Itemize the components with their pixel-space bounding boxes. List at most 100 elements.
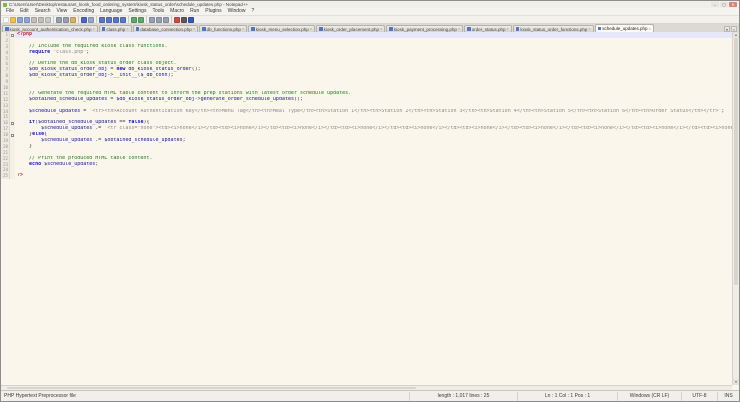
toolbar-separator: [78, 16, 79, 23]
menu-item-window[interactable]: Window: [225, 8, 249, 15]
tab-close-icon[interactable]: ×: [193, 27, 195, 31]
zoom-out-icon[interactable]: [120, 16, 126, 23]
menu-item-edit[interactable]: Edit: [17, 8, 32, 15]
scroll-down-arrow-icon[interactable]: ▼: [733, 379, 739, 385]
find-icon[interactable]: [99, 16, 105, 23]
save-icon[interactable]: [17, 16, 23, 23]
new-file-icon[interactable]: [3, 16, 9, 23]
indent-guide-icon[interactable]: [163, 16, 169, 23]
tab-close-icon[interactable]: ×: [242, 27, 244, 31]
zoom-in-icon[interactable]: [113, 16, 119, 23]
tab-kiosk_menu_selection.php[interactable]: kiosk_menu_selection.php ×: [248, 25, 316, 32]
tab-close-icon[interactable]: ×: [588, 27, 590, 31]
replace-icon[interactable]: [106, 16, 112, 23]
fold-margin: [10, 173, 15, 180]
close-icon[interactable]: [31, 16, 37, 23]
paste-icon[interactable]: [70, 16, 76, 23]
menu-item-encoding[interactable]: Encoding: [70, 8, 97, 15]
vertical-scrollbar[interactable]: ▲ ▼: [732, 32, 739, 385]
menu-item-file[interactable]: File: [3, 8, 17, 15]
fold-collapse-icon[interactable]: -: [11, 33, 14, 37]
tab-label: order_status.php: [471, 26, 506, 32]
saved-file-icon: [597, 26, 602, 31]
open-folder-icon[interactable]: [10, 16, 16, 23]
minimize-button[interactable]: –: [711, 2, 719, 7]
saved-file-icon: [202, 27, 206, 31]
redo-icon[interactable]: [88, 16, 94, 23]
saved-file-icon: [5, 27, 9, 31]
saved-file-icon: [251, 27, 255, 31]
sync-vertical-icon[interactable]: [131, 16, 137, 23]
status-length-lines: length : 1,017 lines : 25: [409, 391, 517, 401]
tab-kiosk_order_placement.php[interactable]: kiosk_order_placement.php ×: [316, 25, 386, 32]
macro-stop-icon[interactable]: [181, 16, 187, 23]
menu-item-plugins[interactable]: Plugins: [202, 8, 224, 15]
tab-close-icon[interactable]: ×: [458, 27, 460, 31]
menu-item-tools[interactable]: Tools: [149, 8, 167, 15]
tab-close-icon[interactable]: ×: [126, 27, 128, 31]
tab-label: schedule_updates.php: [602, 26, 648, 31]
tab-kiosk_payment_processing.php[interactable]: kiosk_payment_processing.php ×: [386, 25, 464, 32]
menu-item-language[interactable]: Language: [97, 8, 125, 15]
menu-item-help[interactable]: ?: [248, 8, 257, 15]
status-bar: PHP Hypertext Preprocessor file length :…: [1, 390, 739, 401]
toolbar-separator: [171, 16, 172, 23]
save-all-icon[interactable]: [24, 16, 30, 23]
status-cursor-position: Ln : 1 Col : 1 Pos : 1: [517, 391, 617, 401]
fold-collapse-icon[interactable]: -: [11, 133, 14, 137]
status-insert-mode: INS: [717, 391, 739, 401]
copy-icon[interactable]: [63, 16, 69, 23]
menu-item-macro[interactable]: Macro: [167, 8, 187, 15]
notepadpp-app-icon: [3, 2, 7, 7]
sync-horizontal-icon[interactable]: [138, 16, 144, 23]
saved-file-icon: [101, 27, 106, 31]
show-all-chars-icon[interactable]: [156, 16, 162, 23]
code-editor[interactable]: 1- <?php 2 3 // Include the required kiosk …: [1, 32, 732, 385]
notepadpp-window: C:\Users\User\Desktop\restaurant_kiosk_f…: [0, 0, 740, 402]
tab-db_functions.php[interactable]: db_functions.php ×: [199, 25, 248, 32]
tab-class.php[interactable]: class.php ×: [98, 25, 132, 32]
tab-label: kiosk_payment_processing.php: [393, 26, 457, 32]
macro-record-icon[interactable]: [174, 16, 180, 23]
close-window-button[interactable]: ✕: [729, 2, 737, 7]
code-text: ?>: [17, 173, 24, 179]
tab-close-icon[interactable]: ×: [380, 27, 382, 31]
tab-close-icon[interactable]: ×: [310, 27, 312, 31]
menu-bar: File Edit Search View Encoding Language Settin…: [1, 8, 739, 15]
print-icon[interactable]: [45, 16, 51, 23]
tab-close-icon[interactable]: ×: [506, 27, 508, 31]
macro-play-icon[interactable]: [188, 16, 194, 23]
saved-file-icon: [135, 27, 140, 31]
undo-icon[interactable]: [81, 16, 87, 23]
tab-label: kiosk_order_placement.php: [323, 26, 379, 32]
toolbar-separator: [146, 16, 147, 23]
title-bar: C:\Users\User\Desktop\restaurant_kiosk_f…: [1, 1, 739, 8]
tab-order_status.php[interactable]: order_status.php ×: [464, 25, 512, 32]
tab-label: database_connection.php: [140, 26, 192, 32]
fold-collapse-icon[interactable]: -: [11, 121, 14, 125]
tab-label: kiosk_menu_selection.php: [255, 26, 309, 32]
menu-item-search[interactable]: Search: [32, 8, 54, 15]
tab-label: class.php: [106, 26, 126, 32]
menu-item-view[interactable]: View: [54, 8, 71, 15]
tab-label: kiosk_status_order_functions.php: [520, 26, 588, 32]
menu-item-run[interactable]: Run: [187, 8, 202, 15]
saved-file-icon: [389, 27, 393, 31]
vertical-scroll-thumb[interactable]: [734, 38, 738, 286]
tab-kiosk_status_order_functions.php[interactable]: kiosk_status_order_functions.php ×: [512, 25, 594, 32]
tab-kiosk_account_authentication_check.php[interactable]: kiosk_account_authentication_check.php ×: [2, 25, 98, 32]
window-title: C:\Users\User\Desktop\restaurant_kiosk_f…: [9, 2, 249, 7]
menu-item-settings[interactable]: Settings: [125, 8, 149, 15]
maximize-button[interactable]: ▢: [720, 2, 728, 7]
tab-schedule_updates.php[interactable]: schedule_updates.php ×: [594, 24, 654, 32]
tab-database_connection.php[interactable]: database_connection.php ×: [132, 25, 199, 32]
horizontal-scroll-thumb[interactable]: [7, 387, 417, 389]
cut-icon[interactable]: [56, 16, 62, 23]
close-all-icon[interactable]: [38, 16, 44, 23]
toolbar: [1, 15, 739, 24]
tab-close-icon[interactable]: ×: [649, 26, 651, 31]
word-wrap-icon[interactable]: [149, 16, 155, 23]
status-eol-format: Windows (CR LF): [617, 391, 681, 401]
toolbar-separator: [128, 16, 129, 23]
tab-close-icon[interactable]: ×: [93, 27, 95, 31]
